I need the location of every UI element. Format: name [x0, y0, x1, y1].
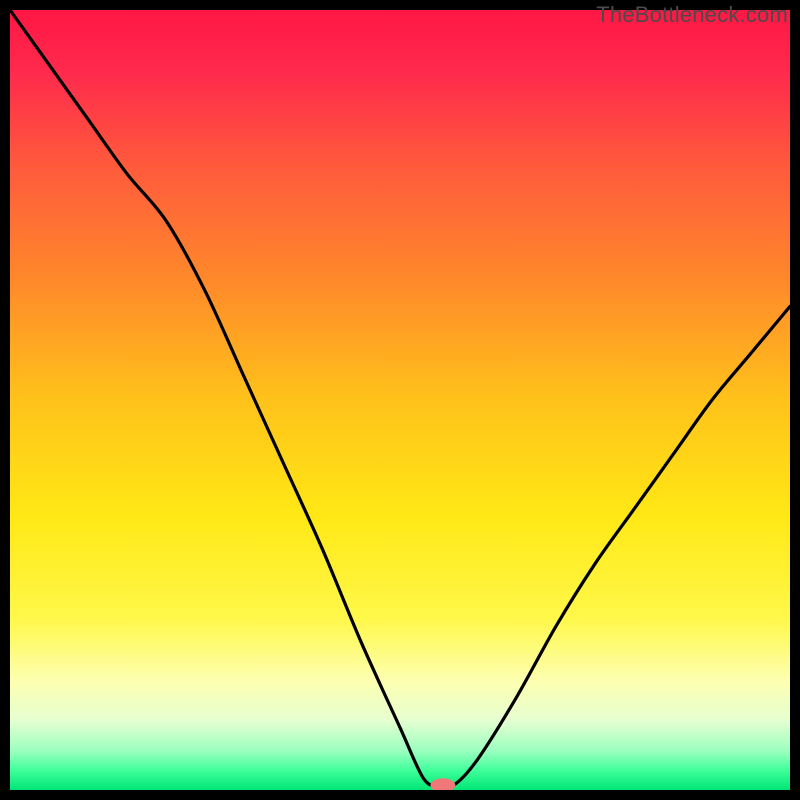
watermark-text: TheBottleneck.com — [596, 2, 788, 28]
chart-background — [10, 10, 790, 790]
chart-svg — [10, 10, 790, 790]
chart-frame — [10, 10, 790, 790]
